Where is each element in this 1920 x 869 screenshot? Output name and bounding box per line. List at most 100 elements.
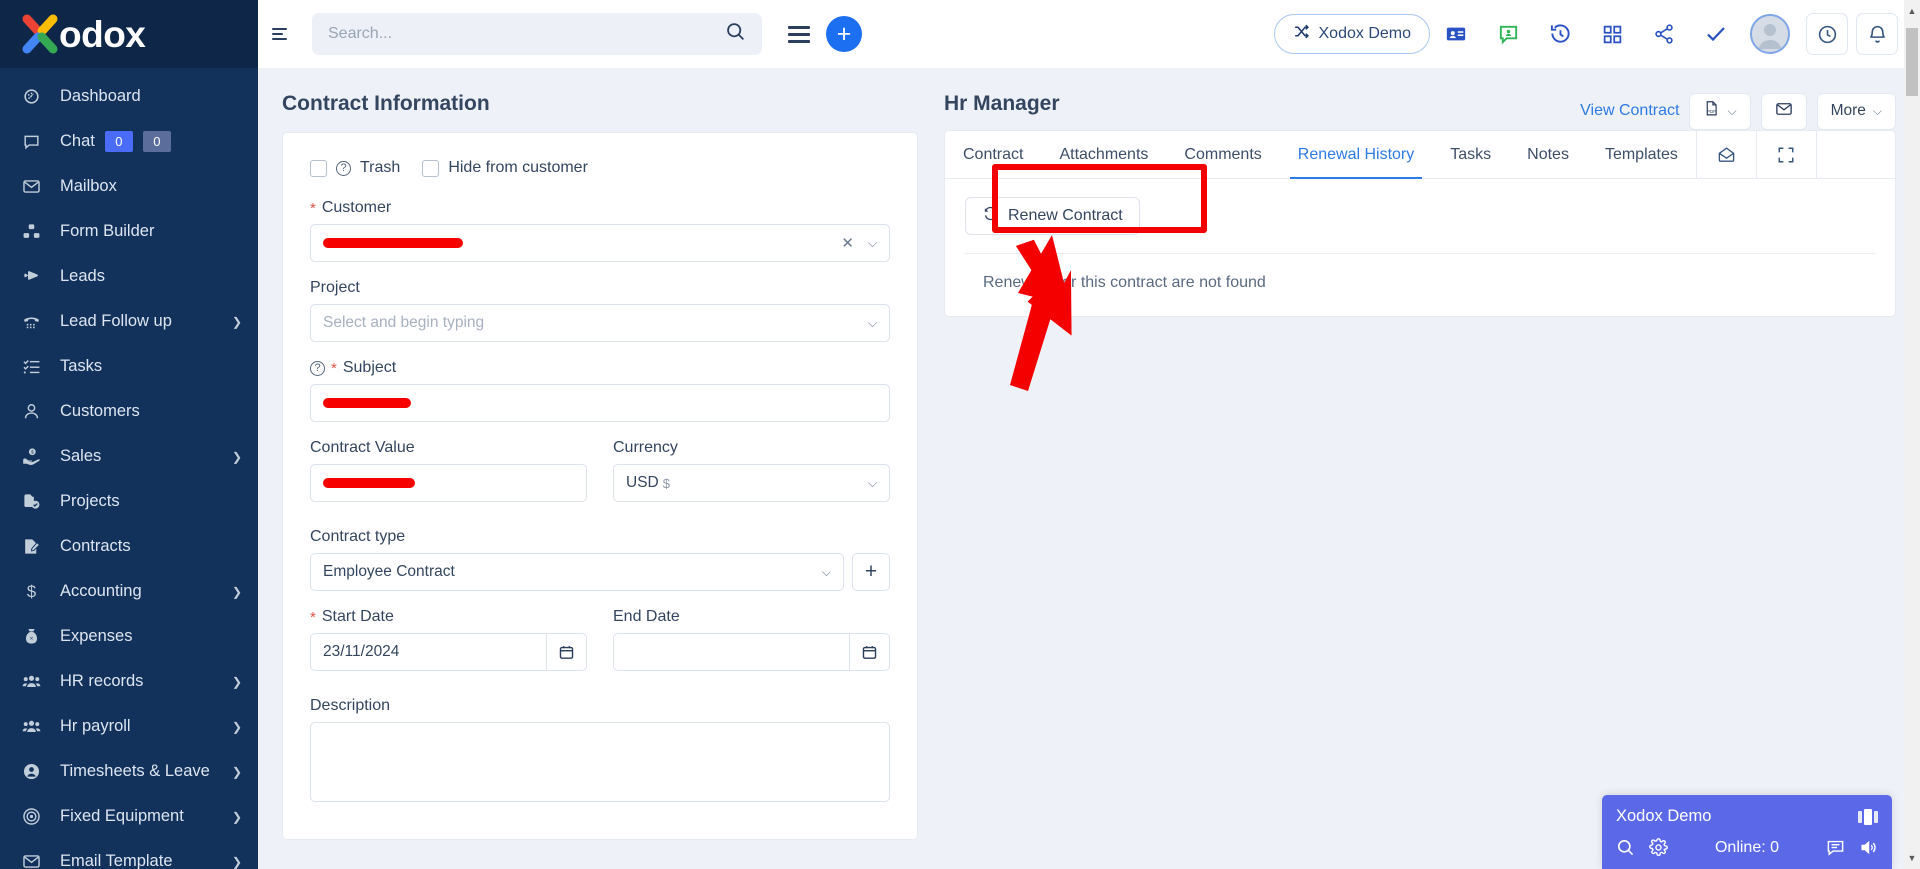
calendar-icon[interactable] — [546, 633, 587, 671]
check-icon[interactable] — [1690, 12, 1742, 56]
sidebar-item-sales[interactable]: $ Sales ❯ — [0, 434, 258, 479]
sidebar-item-customers[interactable]: Customers — [0, 389, 258, 434]
add-contract-type-button[interactable]: + — [852, 553, 890, 591]
chevron-right-icon: ❯ — [231, 764, 242, 779]
pdf-export-button[interactable]: PDF ⌵ — [1689, 92, 1751, 130]
contact-card-icon[interactable] — [1430, 12, 1482, 56]
project-input[interactable]: Select and begin typing ⌵ — [310, 304, 890, 342]
view-contract-link[interactable]: View Contract — [1580, 102, 1679, 120]
columns-layout-icon[interactable] — [1858, 808, 1878, 825]
sidebar-item-hr-records[interactable]: HR records ❯ — [0, 659, 258, 704]
tab-renewal-history[interactable]: Renewal History — [1280, 131, 1432, 179]
tab-templates[interactable]: Templates — [1587, 131, 1696, 178]
hand-dollar-icon: $ — [22, 447, 48, 466]
sidebar-item-expenses[interactable]: × Expenses — [0, 614, 258, 659]
required-asterisk: * — [310, 608, 316, 626]
scroll-up-arrow[interactable]: ▲ — [1904, 2, 1920, 20]
trash-checkbox[interactable] — [310, 159, 327, 177]
fullscreen-expand-icon[interactable] — [1755, 131, 1816, 178]
sidebar-item-label: Lead Follow up — [60, 312, 172, 330]
search-icon[interactable] — [725, 21, 746, 47]
calendar-icon[interactable] — [849, 633, 890, 671]
contract-value-input[interactable] — [310, 464, 587, 502]
sidebar-item-tasks[interactable]: Tasks — [0, 344, 258, 389]
hide-from-customer-checkbox[interactable] — [422, 159, 440, 177]
start-date-input[interactable]: 23/11/2024 — [310, 633, 546, 671]
tab-tasks[interactable]: Tasks — [1432, 131, 1509, 178]
share-icon[interactable] — [1638, 12, 1690, 56]
search-container[interactable] — [312, 13, 762, 55]
customer-input[interactable]: ✕ ⌵ — [310, 224, 890, 262]
renew-contract-button[interactable]: Renew Contract — [965, 197, 1140, 235]
sidebar-item-accounting[interactable]: $ Accounting ❯ — [0, 569, 258, 614]
end-date-label: End Date — [613, 608, 680, 625]
chevron-down-icon[interactable]: ⌵ — [868, 236, 877, 251]
currency-select[interactable]: USD $ ⌵ — [613, 464, 890, 502]
tab-notes[interactable]: Notes — [1509, 131, 1587, 178]
tab-contract[interactable]: Contract — [945, 131, 1041, 178]
sidebar-item-projects[interactable]: Projects — [0, 479, 258, 524]
empty-state-message: Renewals for this contract are not found — [983, 274, 1266, 291]
svg-text:×: × — [30, 635, 34, 642]
tasks-checklist-icon — [22, 357, 48, 376]
dates-row: * Start Date 23/11/2024 End Date — [310, 608, 890, 688]
sidebar-item-contracts[interactable]: Contracts — [0, 524, 258, 569]
search-icon[interactable] — [1616, 838, 1635, 857]
chevron-right-icon: ❯ — [231, 719, 242, 734]
sidebar-item-lead-follow-up[interactable]: Lead Follow up ❯ — [0, 299, 258, 344]
open-envelope-icon[interactable] — [1695, 131, 1756, 178]
bell-notification-icon[interactable] — [1856, 13, 1898, 55]
sidebar-item-dashboard[interactable]: Dashboard — [0, 74, 258, 119]
sidebar-item-label: Tasks — [60, 357, 103, 375]
chat-widget[interactable]: Xodox Demo Online: 0 — [1602, 795, 1892, 869]
clock-icon[interactable] — [1806, 13, 1848, 55]
workspace-switcher-button[interactable]: Xodox Demo — [1273, 14, 1430, 54]
x-clear-icon[interactable]: ✕ — [841, 234, 854, 252]
search-input[interactable] — [328, 25, 725, 43]
sidebar-item-hr-payroll[interactable]: Hr payroll ❯ — [0, 704, 258, 749]
brand-logo-area[interactable]: odox — [0, 0, 258, 68]
support-chat-icon[interactable] — [1482, 12, 1534, 56]
email-contract-button[interactable] — [1760, 92, 1807, 130]
sidebar-item-chat[interactable]: Chat 0 0 — [0, 119, 258, 164]
description-textarea[interactable] — [310, 722, 890, 802]
sidebar-item-mailbox[interactable]: Mailbox — [0, 164, 258, 209]
add-new-button[interactable]: + — [826, 16, 862, 52]
chevron-down-icon[interactable]: ⌵ — [868, 316, 877, 331]
sidebar-item-fixed-equipment[interactable]: Fixed Equipment ❯ — [0, 794, 258, 839]
scrollbar-thumb[interactable] — [1906, 28, 1918, 96]
tab-comments[interactable]: Comments — [1166, 131, 1279, 178]
sidebar-item-timesheets-leave[interactable]: Timesheets & Leave ❯ — [0, 749, 258, 794]
qr-apps-icon[interactable] — [1586, 12, 1638, 56]
redacted-contract-value — [323, 478, 415, 488]
history-clock-icon[interactable] — [1534, 12, 1586, 56]
chevron-down-icon: ⌵ — [1727, 103, 1737, 118]
message-icon[interactable] — [1826, 838, 1845, 857]
hamburger-icon[interactable] — [272, 28, 298, 40]
sidebar-item-label: Chat — [60, 132, 95, 150]
currency-value: USD — [626, 474, 659, 491]
list-menu-icon[interactable] — [788, 25, 810, 43]
scroll-down-arrow[interactable]: ▼ — [1904, 849, 1920, 867]
page-scrollbar[interactable]: ▲ ▼ — [1904, 0, 1920, 869]
chevron-right-icon: ❯ — [231, 854, 242, 869]
sound-icon[interactable] — [1859, 838, 1878, 857]
sidebar-item-email-template[interactable]: Email Template ❯ — [0, 839, 258, 869]
contract-type-select[interactable]: Employee Contract ⌵ — [310, 553, 844, 591]
sidebar-item-leads[interactable]: Leads — [0, 254, 258, 299]
avatar[interactable] — [1750, 14, 1790, 54]
top-bar-right: Xodox Demo — [1273, 12, 1898, 56]
chevron-down-icon[interactable]: ⌵ — [868, 476, 877, 491]
xodox-x-logo-icon — [18, 12, 62, 56]
subject-input[interactable] — [310, 384, 890, 422]
gear-icon[interactable] — [1649, 838, 1668, 857]
end-date-input[interactable] — [613, 633, 849, 671]
phone-icon — [22, 312, 48, 331]
tab-attachments[interactable]: Attachments — [1041, 131, 1166, 178]
more-button[interactable]: More ⌵ — [1816, 92, 1896, 130]
trash-checkbox-group[interactable]: ? Trash — [310, 159, 400, 177]
hide-from-customer-checkbox-group[interactable]: Hide from customer — [422, 159, 588, 177]
sidebar-item-form-builder[interactable]: Form Builder — [0, 209, 258, 254]
user-icon — [22, 402, 48, 421]
chevron-down-icon[interactable]: ⌵ — [822, 565, 831, 580]
